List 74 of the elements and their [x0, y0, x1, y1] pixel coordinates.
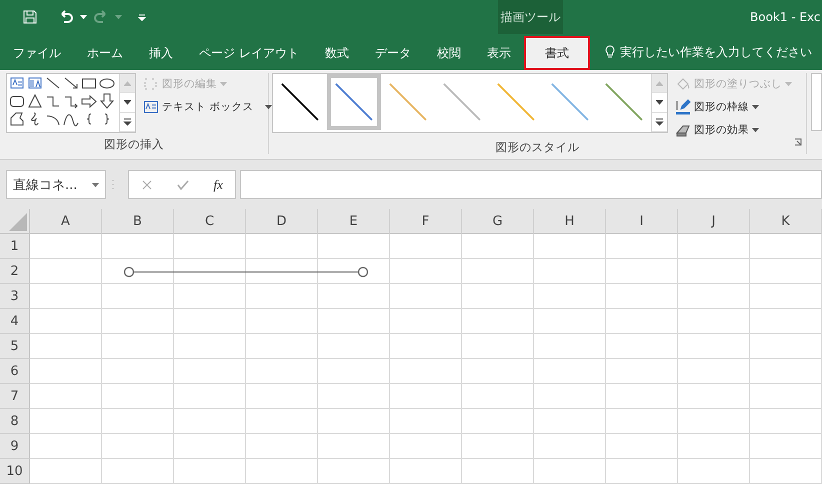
row-header[interactable]: 9 — [0, 434, 30, 459]
connector-line[interactable] — [124, 266, 368, 278]
row-header[interactable]: 1 — [0, 234, 30, 259]
pencil-icon — [675, 99, 691, 115]
down-arrow-icon — [656, 100, 663, 105]
row-header[interactable]: 5 — [0, 334, 30, 359]
column-header[interactable]: K — [750, 209, 822, 234]
name-box[interactable]: 直線コネ... — [6, 170, 106, 199]
caret-icon — [92, 182, 99, 188]
paint-bucket-icon — [675, 76, 691, 92]
shape-effects-button[interactable]: 図形の効果 — [674, 120, 793, 140]
ribbon-tab[interactable]: ファイル — [0, 36, 74, 70]
rounded-rectangle-icon[interactable] — [9, 93, 26, 110]
lightbulb-icon — [604, 44, 616, 60]
column-header[interactable]: F — [390, 209, 462, 234]
up-arrow-icon — [656, 80, 663, 86]
down-arrow-icon[interactable] — [99, 93, 116, 110]
caret-icon — [752, 127, 759, 133]
tell-me-field[interactable]: 実行したい作業を入力してください — [620, 44, 812, 60]
column-header[interactable]: H — [534, 209, 606, 234]
column-header[interactable]: B — [102, 209, 174, 234]
select-all-icon — [9, 213, 27, 231]
grip-icon — [110, 178, 116, 192]
up-arrow-icon — [124, 80, 131, 86]
ribbon-tab[interactable]: 書式 — [524, 36, 590, 70]
ribbon-tab[interactable]: 校閲 — [424, 36, 474, 70]
save-icon[interactable] — [22, 9, 38, 25]
row-header[interactable]: 8 — [0, 409, 30, 434]
column-header[interactable]: D — [246, 209, 318, 234]
caret-icon — [115, 14, 122, 20]
row-header[interactable]: 10 — [0, 459, 30, 484]
column-header[interactable]: J — [678, 209, 750, 234]
ribbon-tab[interactable]: データ — [362, 36, 424, 70]
caret-icon — [220, 81, 227, 87]
column-header[interactable]: C — [174, 209, 246, 234]
more-icon — [655, 118, 664, 126]
contextual-tab-group: 描画ツール — [498, 0, 563, 34]
text-box-icon — [143, 99, 159, 115]
row-header[interactable]: 7 — [0, 384, 30, 409]
formula-input[interactable] — [240, 170, 822, 199]
column-header[interactable]: E — [318, 209, 390, 234]
customize-icon[interactable] — [138, 13, 146, 21]
ribbon-tab[interactable]: ページ レイアウト — [186, 36, 312, 70]
column-header[interactable]: A — [30, 209, 102, 234]
row-header[interactable]: 4 — [0, 309, 30, 334]
dialog-launcher-icon[interactable] — [794, 138, 802, 146]
shape-outline-button[interactable]: 図形の枠線 — [674, 97, 793, 117]
edit-points-icon — [143, 76, 159, 92]
column-header[interactable]: I — [606, 209, 678, 234]
group-label: 図形のスタイル — [496, 140, 580, 156]
freeform-icon[interactable] — [9, 111, 26, 128]
caret-icon — [752, 104, 759, 110]
row-header[interactable]: 6 — [0, 359, 30, 384]
row-header[interactable]: 3 — [0, 284, 30, 309]
check-icon[interactable] — [177, 178, 190, 190]
group-label: 図形の挿入 — [104, 137, 164, 153]
name-box-value: 直線コネ... — [13, 176, 78, 194]
ribbon-tab[interactable]: 数式 — [312, 36, 362, 70]
triangle-icon[interactable] — [27, 93, 44, 110]
caret-icon — [80, 14, 87, 20]
row-header[interactable]: 2 — [0, 259, 30, 284]
more-icon — [123, 118, 132, 126]
line-style-swatch[interactable] — [327, 74, 381, 130]
window-title: Book1 - Exc — [750, 9, 822, 26]
insert-function-button[interactable]: fx — [214, 176, 223, 192]
ribbon-tab[interactable]: 表示 — [474, 36, 524, 70]
caret-icon — [785, 81, 792, 87]
ribbon-tab[interactable]: ホーム — [74, 36, 136, 70]
down-arrow-icon — [124, 100, 131, 105]
text-box-button[interactable]: テキスト ボックス — [142, 97, 274, 117]
caret-icon — [265, 104, 272, 110]
column-header[interactable]: G — [462, 209, 534, 234]
ribbon-tab[interactable]: 挿入 — [136, 36, 186, 70]
right-arrow-icon[interactable] — [81, 93, 98, 110]
